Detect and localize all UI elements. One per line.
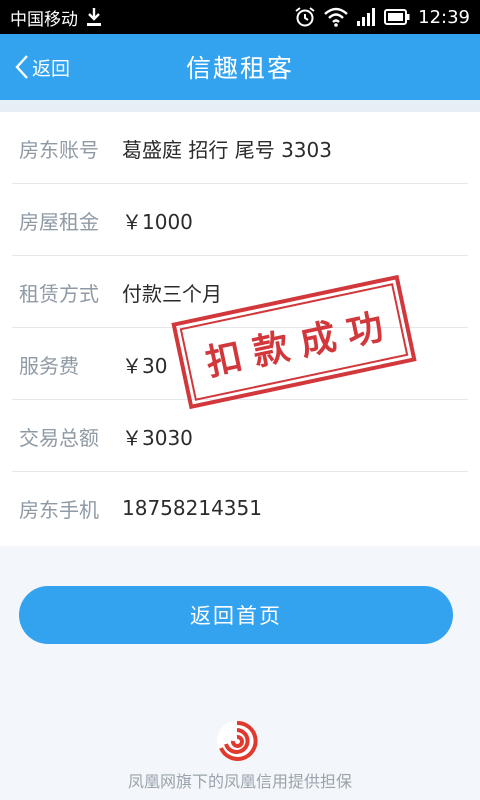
detail-row-rent: 房屋租金 ￥1000 [0,184,480,256]
wifi-icon [324,7,348,27]
signal-icon [356,7,376,27]
detail-value: 付款三个月 [122,281,222,306]
status-right: 12:39 [294,6,470,28]
detail-value: 葛盛庭 招行 尾号 3303 [122,137,332,162]
carrier-name: 中国移动 [10,9,78,30]
detail-value: ￥30 [122,353,168,378]
guarantee-footer-text: 凤凰网旗下的凤凰信用提供担保 [127,772,352,791]
back-button-label: 返回 [32,57,71,80]
detail-row-landlord-account: 房东账号 葛盛庭 招行 尾号 3303 [0,112,480,184]
status-bar: 中国移动 12:39 [0,0,480,34]
phoenix-logo-icon [216,720,258,762]
chevron-left-icon [14,53,30,81]
detail-label: 租赁方式 [19,281,99,306]
status-time: 12:39 [418,6,470,28]
header-spacer [0,100,480,112]
app-header: 返回 信趣租客 [0,34,480,100]
detail-label: 房屋租金 [19,209,99,234]
status-left: 中国移动 [10,5,102,30]
alarm-clock-icon [294,6,316,28]
detail-label: 房东账号 [19,137,99,162]
back-button[interactable]: 返回 [14,34,70,100]
return-home-button[interactable]: 返回首页 [19,586,453,644]
battery-icon [384,9,410,25]
detail-label: 房东手机 [19,497,99,522]
detail-value: ￥3030 [122,425,193,450]
detail-row-total: 交易总额 ￥3030 [0,400,480,472]
page-title: 信趣租客 [185,54,294,83]
detail-value: ￥1000 [122,209,193,234]
detail-row-landlord-phone: 房东手机 18758214351 [0,472,480,544]
detail-label: 服务费 [19,353,79,378]
detail-value: 18758214351 [122,496,262,520]
detail-label: 交易总额 [19,425,99,450]
download-icon [86,7,102,27]
